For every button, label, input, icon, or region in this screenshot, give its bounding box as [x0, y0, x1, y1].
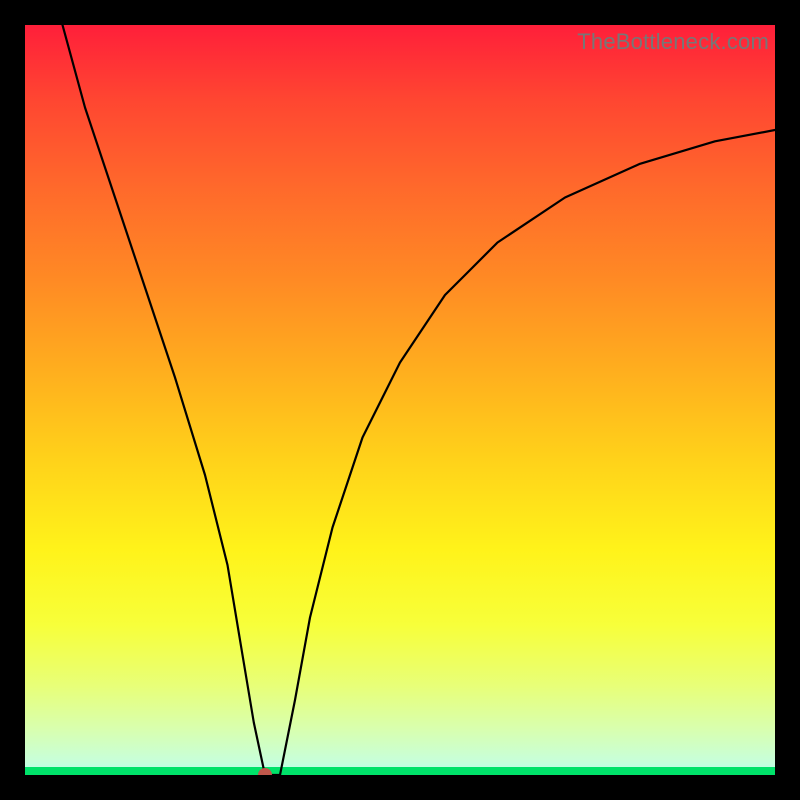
optimum-marker	[258, 768, 272, 775]
chart-plot-area: TheBottleneck.com	[25, 25, 775, 775]
bottleneck-curve	[25, 25, 775, 775]
chart-frame: TheBottleneck.com	[0, 0, 800, 800]
curve-path	[63, 25, 776, 775]
